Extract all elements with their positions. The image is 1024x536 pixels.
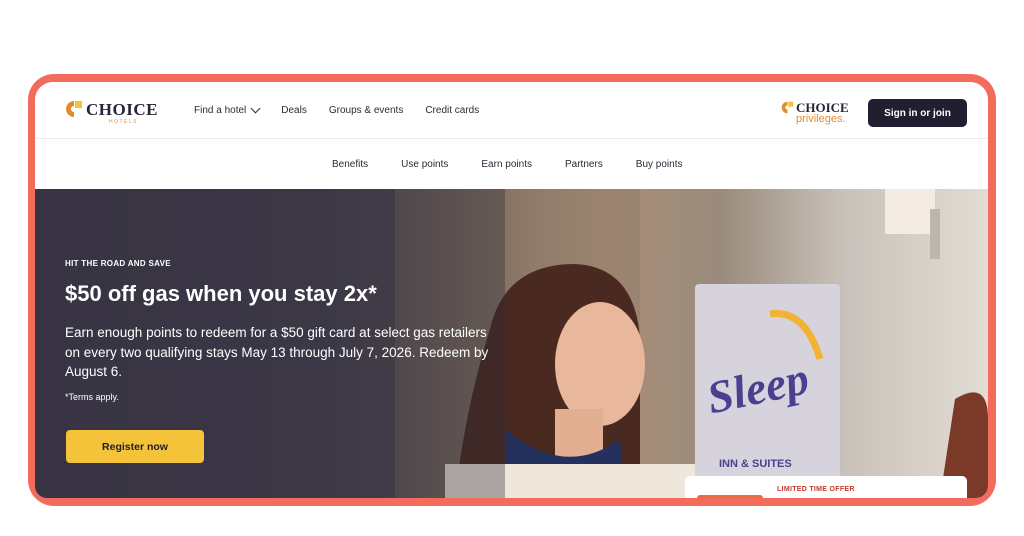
nav-groups-events[interactable]: Groups & events <box>329 105 403 116</box>
web-page: CHOICE HOTELS Find a hotel Deals Groups … <box>35 82 988 498</box>
hero-sign-subtext: INN & SUITES <box>719 458 792 470</box>
subnav-use-points[interactable]: Use points <box>401 159 448 170</box>
hero-banner: Sleep INN & SUITES HIT THE ROAD AND SAVE… <box>35 189 988 498</box>
sub-navigation: Benefits Use points Earn points Partners… <box>35 139 988 188</box>
nav-credit-cards[interactable]: Credit cards <box>425 105 479 116</box>
hero-body: Earn enough points to redeem for a $50 g… <box>65 325 489 379</box>
nav-find-a-hotel-label: Find a hotel <box>194 104 247 116</box>
subnav-earn-points[interactable]: Earn points <box>481 159 532 170</box>
logo-subtext: HOTELS <box>109 119 139 125</box>
top-navigation: CHOICE HOTELS Find a hotel Deals Groups … <box>35 82 988 139</box>
choice-privileges-logo[interactable]: CHOICE privileges. <box>781 100 857 126</box>
register-now-button[interactable]: Register now <box>66 430 204 463</box>
nav-deals[interactable]: Deals <box>281 105 307 116</box>
nav-find-a-hotel[interactable]: Find a hotel <box>194 103 261 116</box>
hero-kicker: HIT THE ROAD AND SAVE <box>65 259 171 268</box>
choice-logo-mark-icon <box>66 101 82 117</box>
subnav-buy-points[interactable]: Buy points <box>636 159 683 170</box>
privileges-logo-bottom: privileges. <box>796 113 846 125</box>
offer-label: LIMITED TIME OFFER <box>777 486 855 493</box>
limited-offer-card[interactable]: LIMITED TIME OFFER <box>685 476 967 498</box>
subnav-benefits[interactable]: Benefits <box>332 159 368 170</box>
subnav-partners[interactable]: Partners <box>565 159 603 170</box>
hero-terms[interactable]: *Terms apply. <box>65 392 119 402</box>
offer-thumbnail <box>697 495 763 498</box>
chevron-down-icon <box>250 103 261 114</box>
subnav-items: Benefits Use points Earn points Partners… <box>332 139 715 189</box>
sign-in-button[interactable]: Sign in or join <box>868 99 967 127</box>
main-nav: Find a hotel Deals Groups & events Credi… <box>194 82 501 138</box>
choice-privileges-mark-icon <box>781 101 794 114</box>
hero-title: $50 off gas when you stay 2x* <box>65 281 377 306</box>
choice-hotels-logo[interactable]: CHOICE HOTELS <box>65 100 165 126</box>
logo-wordmark: CHOICE <box>86 100 158 119</box>
